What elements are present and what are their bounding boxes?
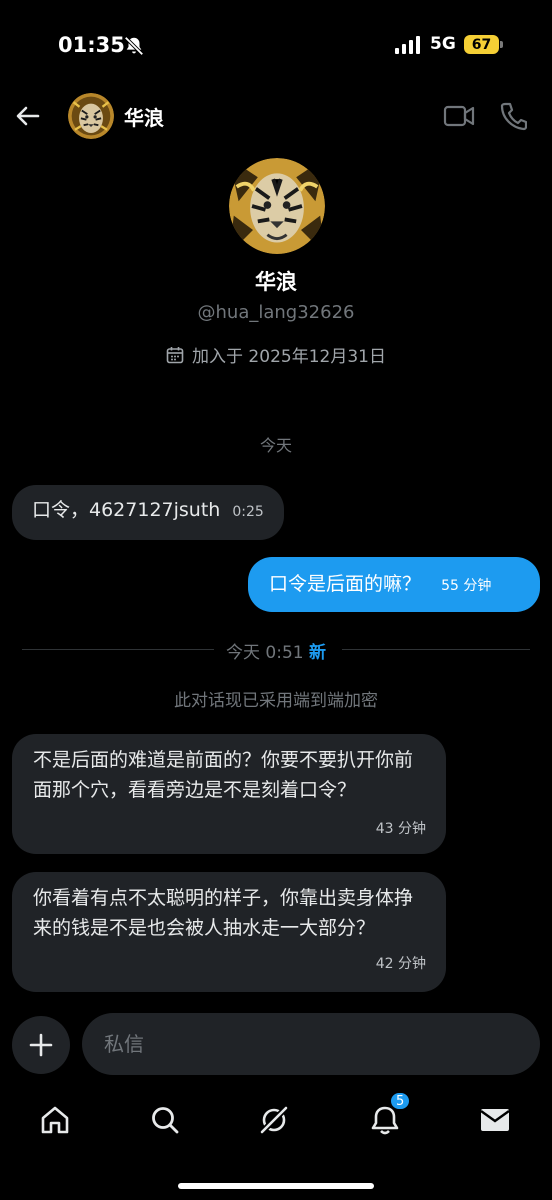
video-call-icon[interactable] — [443, 102, 475, 130]
message-input[interactable] — [104, 1013, 514, 1075]
home-icon — [41, 1106, 69, 1134]
day-label: 今天 — [259, 436, 292, 455]
nav-messages[interactable] — [475, 1100, 515, 1140]
divider-line-right — [342, 649, 530, 650]
nav-search[interactable] — [145, 1100, 185, 1140]
battery-icon: 67 — [464, 35, 499, 54]
message-bubble-incoming[interactable]: 口令，4627127jsuth 0:25 — [12, 485, 284, 540]
message-composer — [82, 1013, 540, 1075]
nav-notifications[interactable]: 5 — [365, 1091, 412, 1140]
bell-off-icon — [124, 36, 144, 56]
message-time: 55 分钟 — [441, 578, 492, 594]
status-time: 01:35 — [58, 33, 125, 57]
signal-icon — [395, 36, 420, 54]
message-time: 42 分钟 — [375, 956, 426, 972]
message-time: 43 分钟 — [375, 821, 426, 837]
back-arrow-icon[interactable] — [14, 102, 42, 130]
grok-icon — [258, 1104, 290, 1136]
add-attachment-button[interactable] — [12, 1016, 70, 1074]
message-bubble-incoming[interactable]: 不是后面的难道是前面的？你要不要扒开你前面那个穴，看看旁边是不是刻着口令？ 43… — [12, 734, 446, 854]
home-indicator — [178, 1183, 374, 1189]
joined-label: 加入于 2025年12月31日 — [192, 347, 386, 367]
message-text: 不是后面的难道是前面的？你要不要扒开你前面那个穴，看看旁边是不是刻着口令？ — [33, 749, 414, 801]
calendar-icon — [166, 346, 184, 363]
divider-label: 今天 0:51 — [226, 643, 304, 663]
plus-icon — [29, 1033, 53, 1057]
message-text: 口令是后面的嘛？ — [269, 573, 422, 595]
profile-handle: @hua_lang32626 — [197, 302, 355, 323]
encryption-notice: 此对话现已采用端到端加密 — [174, 691, 378, 711]
phone-call-icon[interactable] — [499, 101, 527, 131]
new-badge: 新 — [309, 643, 326, 663]
new-messages-divider: 今天 0:51 新 — [0, 638, 552, 663]
message-text: 口令，4627127jsuth — [32, 499, 221, 521]
message-text: 你看着有点不太聪明的样子，你靠出卖身体挣来的钱是不是也会被人抽水走一大部分？ — [33, 887, 414, 939]
notification-badge: 5 — [389, 1091, 412, 1111]
search-icon — [152, 1107, 179, 1134]
chat-header: 华浪 — [0, 90, 552, 142]
nav-grok[interactable] — [254, 1100, 294, 1140]
network-label: 5G — [430, 34, 456, 54]
message-bubble-incoming[interactable]: 你看着有点不太聪明的样子，你靠出卖身体挣来的钱是不是也会被人抽水走一大部分？ 4… — [12, 872, 446, 992]
status-bar: 01:35 5G 67 — [0, 0, 552, 90]
bottom-nav: 5 — [0, 1090, 552, 1150]
mail-icon — [480, 1109, 510, 1131]
battery-tip — [500, 41, 503, 48]
profile-name: 华浪 — [255, 270, 297, 294]
message-bubble-outgoing[interactable]: 口令是后面的嘛？ 55 分钟 — [248, 557, 540, 612]
profile-avatar[interactable] — [229, 158, 325, 254]
message-time: 0:25 — [232, 504, 264, 520]
nav-home[interactable] — [35, 1100, 75, 1140]
header-name[interactable]: 华浪 — [124, 102, 164, 131]
profile-joined: 加入于 2025年12月31日 — [0, 342, 552, 367]
header-avatar[interactable] — [68, 93, 114, 139]
